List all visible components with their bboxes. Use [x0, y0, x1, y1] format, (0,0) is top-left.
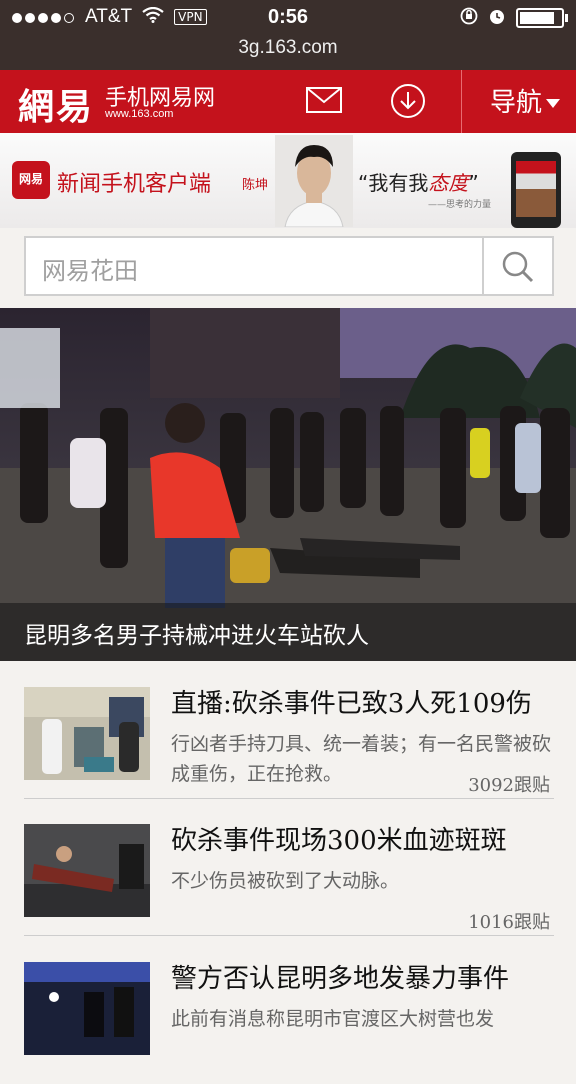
banner-quote: “我有我态度” [358, 171, 479, 195]
divider [24, 798, 554, 799]
site-url: www.163.com [105, 108, 174, 120]
news-thumbnail [24, 962, 150, 1055]
mail-icon[interactable] [306, 87, 342, 113]
news-title[interactable]: 砍杀事件现场300米血迹斑斑 [171, 820, 507, 857]
netease-app-logo: 网易 [12, 161, 50, 199]
download-icon[interactable] [390, 83, 426, 119]
search-box: 网易花田 [24, 236, 554, 296]
headline-photo[interactable]: 昆明多名男子持械冲进火车站砍人 [0, 308, 576, 661]
news-item[interactable]: 警方否认昆明多地发暴力事件 此前有消息称昆明市官渡区大树营也发 [24, 950, 554, 1084]
nav-label: 导航 [490, 88, 543, 118]
banner-slogan: ——思考的力量 [428, 200, 492, 210]
alarm-clock-icon [488, 7, 506, 29]
phone-mockup-image [511, 152, 561, 228]
news-title[interactable]: 警方否认昆明多地发暴力事件 [171, 958, 509, 995]
search-button[interactable] [482, 238, 552, 294]
site-header: 網易 手机网易网 www.163.com 导航 [0, 70, 576, 133]
status-bar: AT&T VPN 0:56 [0, 0, 576, 36]
comment-count[interactable]: 3092跟贴 [468, 771, 550, 797]
news-title[interactable]: 直播:砍杀事件已致3人死109伤 [171, 683, 532, 720]
divider [24, 935, 554, 936]
nav-menu-button[interactable]: 导航 [490, 82, 561, 119]
news-summary: 此前有消息称昆明市官渡区大树营也发 [171, 1008, 495, 1030]
search-input[interactable]: 网易花田 [42, 251, 138, 286]
news-item[interactable]: 砍杀事件现场300米血迹斑斑 不少伤员被砍到了大动脉。 1016跟贴 [24, 812, 554, 946]
news-thumbnail [24, 687, 150, 780]
app-promo-banner[interactable]: 网易 新闻手机客户端 陈坤 “我有我态度” ——思考的力量 [0, 133, 576, 228]
caret-down-icon [546, 99, 561, 108]
header-divider [461, 70, 462, 133]
comment-count[interactable]: 1016跟贴 [468, 908, 550, 934]
rotation-lock-icon [460, 7, 478, 29]
banner-title: 新闻手机客户端 [57, 172, 212, 197]
netease-logo[interactable]: 網易 [18, 78, 94, 130]
news-thumbnail [24, 824, 150, 917]
address-bar[interactable]: 3g.163.com [0, 36, 576, 70]
celebrity-portrait [275, 135, 353, 227]
news-summary: 不少伤员被砍到了大动脉。 [171, 870, 400, 892]
news-item[interactable]: 直播:砍杀事件已致3人死109伤 行凶者手持刀具、统一着装；有一名民警被砍成重伤… [24, 675, 554, 809]
banner-celebrity-name: 陈坤 [242, 178, 269, 193]
search-icon [502, 251, 534, 283]
headline-caption: 昆明多名男子持械冲进火车站砍人 [0, 603, 576, 661]
battery-icon [516, 8, 568, 28]
